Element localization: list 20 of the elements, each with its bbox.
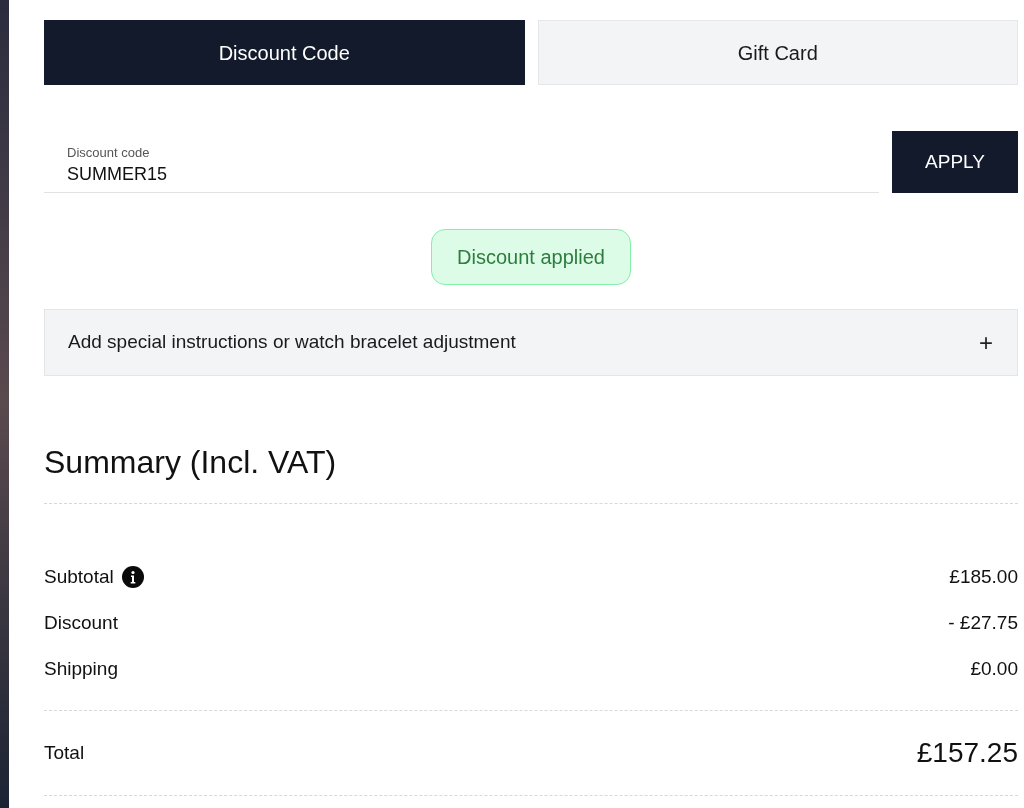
field-label: Discount code [67,144,151,161]
summary-label: Shipping [44,656,118,681]
summary-label: Discount [44,610,118,635]
summary-value: - £27.75 [948,610,1018,635]
accordion-label: Add special instructions or watch bracelet adjustment [68,330,516,355]
field-value: SUMMER15 [67,162,169,185]
instructions-accordion[interactable]: Add special instructions or watch bracelet adjustment + [44,309,1018,376]
summary-label: Subtotal [44,564,114,589]
summary-value: £185.00 [949,564,1018,589]
info-icon[interactable] [121,566,144,588]
summary-heading: Summary (Incl. VAT) [44,443,338,482]
discount-code-field[interactable]: Discount code SUMMER15 [44,131,879,193]
apply-button[interactable]: APPLY [892,131,1018,193]
summary-value: £0.00 [970,656,1018,681]
tab[interactable]: Gift Card [537,20,1018,85]
tab[interactable]: Discount Code [44,20,525,85]
total-value: £157.25 [916,736,1018,770]
total-label: Total [44,740,85,765]
expand-toggle[interactable]: + [979,330,993,355]
discount-applied-message: Discount applied [431,229,631,285]
